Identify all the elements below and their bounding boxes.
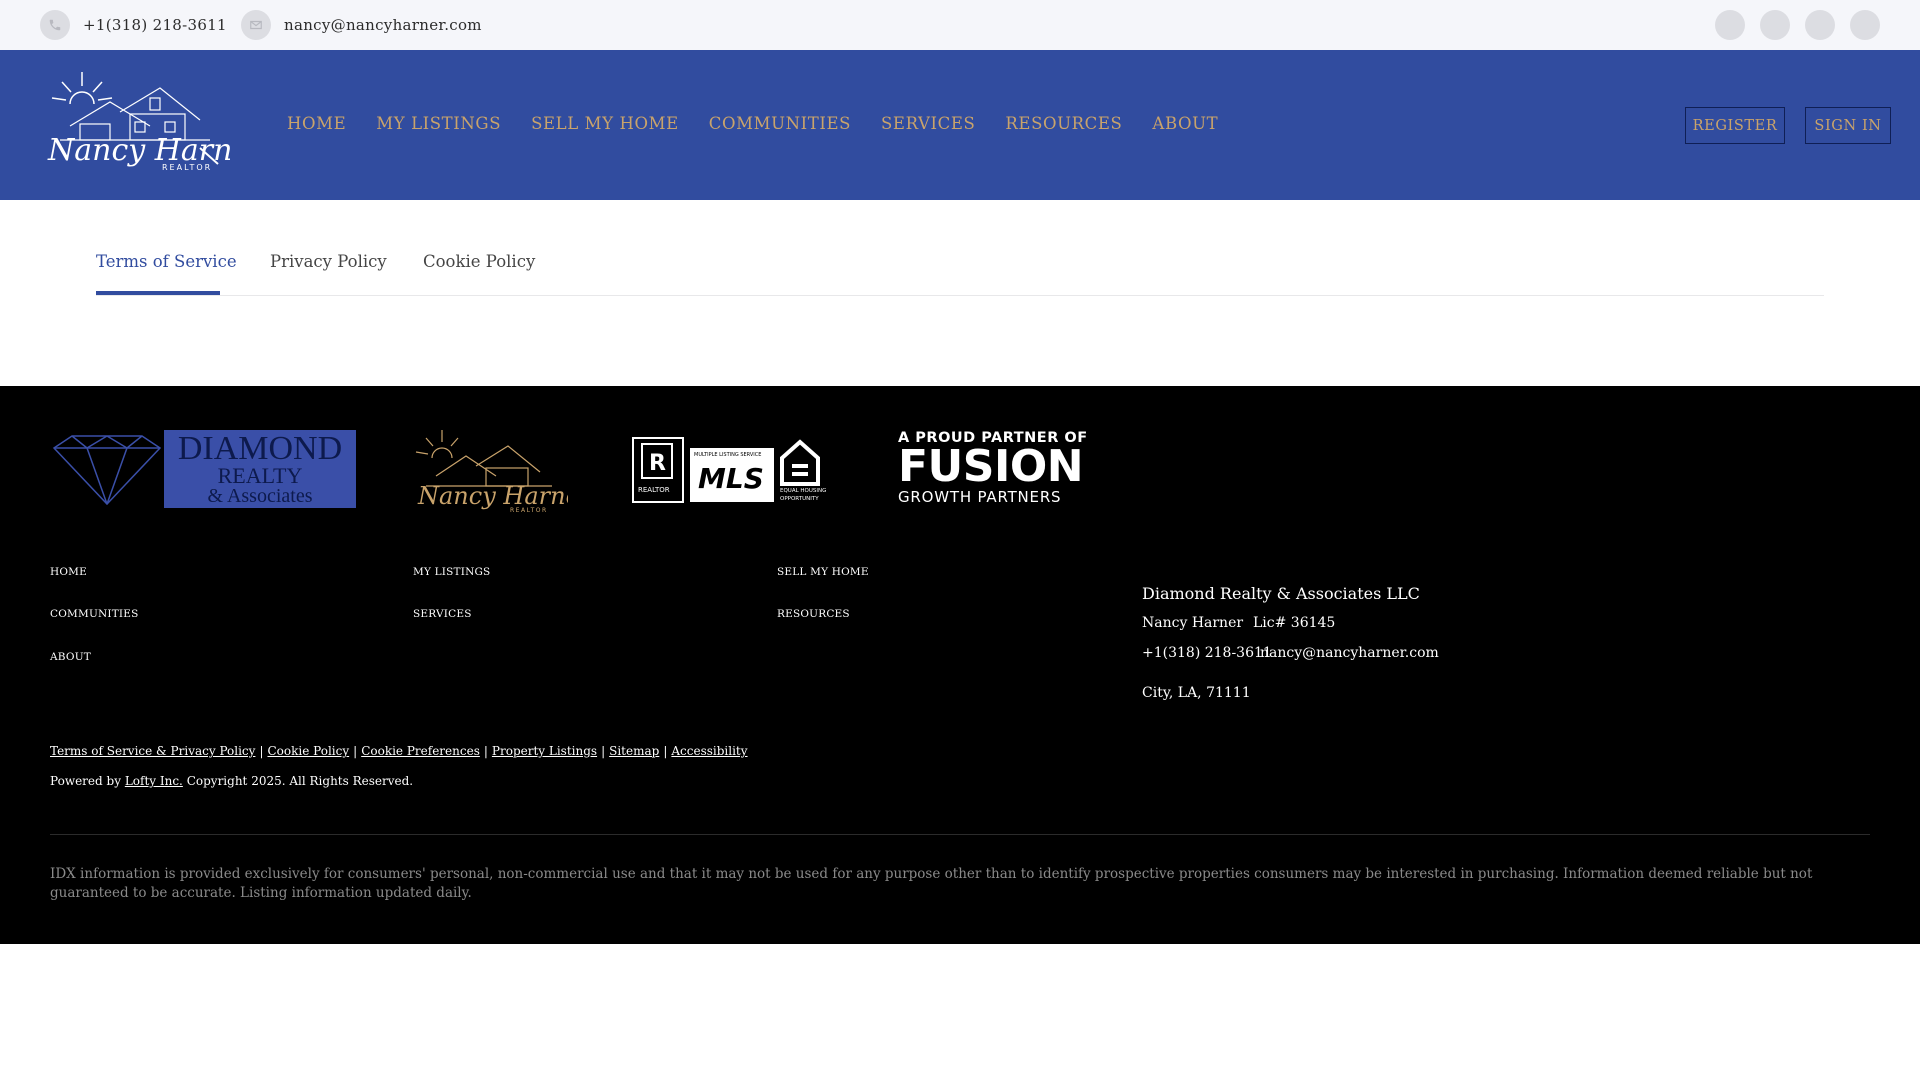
company-name: Diamond Realty & Associates LLC: [1142, 584, 1420, 603]
legal-link-accessibility[interactable]: Accessibility: [671, 744, 747, 758]
svg-text:REALTOR: REALTOR: [510, 507, 548, 514]
top-contact-bar: +1(318) 218-3611 nancy@nancyharner.com: [0, 0, 1920, 50]
email-contact[interactable]: nancy@nancyharner.com: [241, 10, 482, 40]
idx-disclaimer: IDX information is provided exclusively …: [50, 866, 1813, 901]
equal-housing-text: EQUAL HOUSING: [780, 488, 827, 494]
nav-resources[interactable]: RESOURCES: [1005, 114, 1122, 133]
email-text: nancy@nancyharner.com: [284, 16, 482, 34]
legal-link-cookie-policy[interactable]: Cookie Policy: [267, 744, 349, 758]
realtor-text: REALTOR: [638, 486, 670, 494]
footer-divider: [50, 834, 1870, 835]
legal-link-cookie-preferences[interactable]: Cookie Preferences: [361, 744, 480, 758]
tab-cookie-policy[interactable]: Cookie Policy: [423, 252, 535, 271]
register-button[interactable]: REGISTER: [1685, 107, 1785, 144]
realtor-mls-equal-housing-logo: R REALTOR MULTIPLE LISTING SERVICE MLS E…: [632, 434, 834, 506]
footer-link-resources[interactable]: RESOURCES: [777, 608, 850, 620]
mls-text: MLS: [698, 462, 764, 495]
fusion-partner-logo: A PROUD PARTNER OF FUSION GROWTH PARTNER…: [898, 430, 1088, 510]
nancy-harner-logo[interactable]: Nancy Harner REALTOR: [40, 64, 266, 174]
footer-address: City, LA, 71111: [1142, 685, 1251, 701]
site-footer: DIAMOND REALTY & Associates Nancy Harner…: [0, 386, 1920, 944]
sign-in-button[interactable]: SIGN IN: [1805, 107, 1891, 144]
nancy-harner-footer-logo: Nancy Harner REALTOR: [412, 424, 593, 514]
phone-contact[interactable]: +1(318) 218-3611: [40, 10, 227, 40]
active-tab-indicator: [96, 291, 220, 295]
diamond-logo-line2: REALTY: [217, 463, 303, 488]
nav-sell-my-home[interactable]: SELL MY HOME: [531, 114, 679, 133]
mail-icon: [241, 10, 271, 40]
footer-link-my-listings[interactable]: MY LISTINGS: [413, 566, 490, 578]
tab-terms-of-service[interactable]: Terms of Service: [96, 252, 237, 271]
nav-about[interactable]: ABOUT: [1152, 114, 1218, 133]
footer-link-sell-my-home[interactable]: SELL MY HOME: [777, 566, 869, 578]
nav-my-listings[interactable]: MY LISTINGS: [376, 114, 501, 133]
powered-by: Powered by Lofty Inc. Copyright 2025. Al…: [50, 774, 413, 788]
legal-link-sitemap[interactable]: Sitemap: [609, 744, 659, 758]
footer-email[interactable]: nancy@nancyharner.com: [1260, 645, 1439, 661]
tab-privacy-policy[interactable]: Privacy Policy: [270, 252, 387, 271]
footer-link-about[interactable]: ABOUT: [50, 651, 91, 663]
facebook-icon[interactable]: [1715, 10, 1745, 40]
phone-icon: [40, 10, 70, 40]
social-links: [1715, 10, 1880, 40]
legal-link-terms-privacy[interactable]: Terms of Service & Privacy Policy: [50, 744, 255, 758]
footer-link-home[interactable]: HOME: [50, 566, 87, 578]
svg-text:R: R: [649, 451, 666, 476]
footer-link-communities[interactable]: COMMUNITIES: [50, 608, 139, 620]
fusion-line2: FUSION: [898, 441, 1084, 492]
copyright-text: Copyright 2025. All Rights Reserved.: [186, 774, 414, 788]
svg-text:REALTOR: REALTOR: [162, 163, 212, 172]
diamond-logo-line3: & Associates: [207, 485, 313, 507]
phone-text: +1(318) 218-3611: [83, 16, 227, 34]
nav-home[interactable]: HOME: [287, 114, 346, 133]
footer-link-services[interactable]: SERVICES: [413, 608, 472, 620]
site-header: Nancy Harner REALTOR HOME MY LISTINGS SE…: [0, 50, 1920, 200]
lofty-link[interactable]: Lofty Inc.: [125, 774, 183, 788]
main-nav: HOME MY LISTINGS SELL MY HOME COMMUNITIE…: [287, 114, 1248, 133]
license-number: Lic# 36145: [1253, 615, 1336, 631]
diamond-realty-logo: DIAMOND REALTY & Associates: [52, 430, 357, 510]
instagram-icon[interactable]: [1760, 10, 1790, 40]
fusion-line3: GROWTH PARTNERS: [898, 488, 1062, 506]
linkedin-icon[interactable]: [1805, 10, 1835, 40]
nav-communities[interactable]: COMMUNITIES: [709, 114, 851, 133]
legal-link-property-listings[interactable]: Property Listings: [492, 744, 597, 758]
opportunity-text: OPPORTUNITY: [780, 496, 819, 502]
policy-tabs: Terms of Service Privacy Policy Cookie P…: [96, 230, 1824, 296]
svg-text:Nancy Harner: Nancy Harner: [417, 482, 568, 510]
agent-name: Nancy Harner: [1142, 615, 1244, 631]
nav-services[interactable]: SERVICES: [881, 114, 975, 133]
youtube-icon[interactable]: [1850, 10, 1880, 40]
mls-small-text: MULTIPLE LISTING SERVICE: [694, 452, 762, 458]
powered-prefix: Powered by: [50, 774, 121, 788]
footer-phone[interactable]: +1(318) 218-3611: [1142, 645, 1272, 661]
legal-links: Terms of Service & Privacy Policy | Cookie…: [50, 744, 748, 758]
diamond-logo-line1: DIAMOND: [177, 430, 343, 467]
